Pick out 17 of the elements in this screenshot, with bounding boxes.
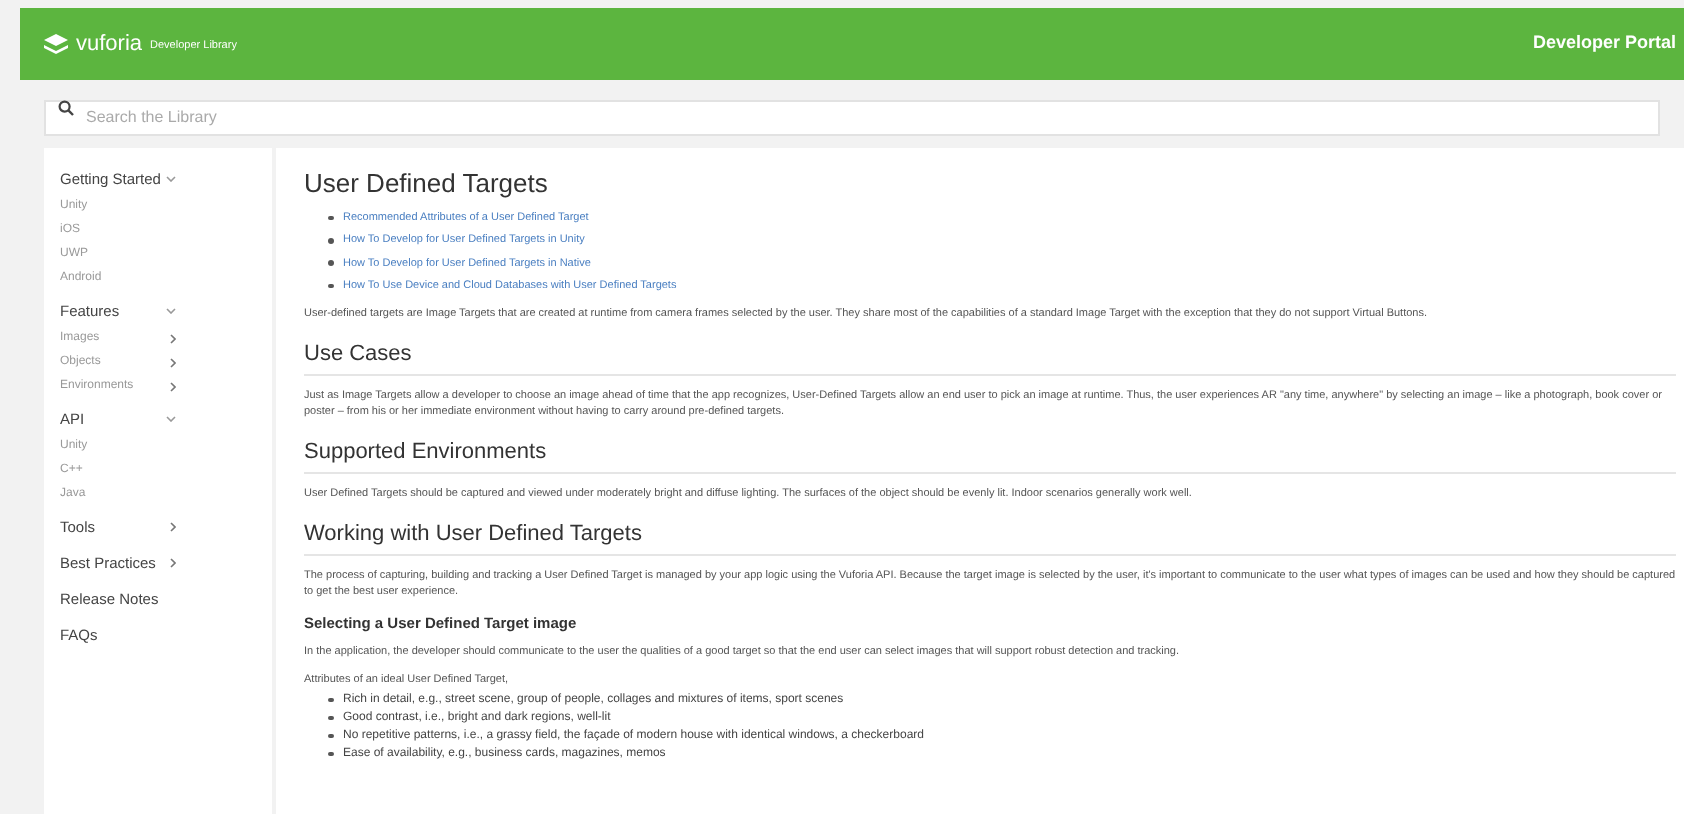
bullet-icon [328, 715, 333, 721]
section-heading: Working with User Defined Targets [304, 522, 1676, 556]
section-heading: Supported Environments [304, 440, 1676, 474]
search-icon [58, 100, 74, 116]
logo-text: vuforia [76, 29, 143, 60]
bullet-icon [328, 215, 333, 221]
article-title: User Defined Targets [304, 168, 550, 200]
bullet-icon [328, 260, 333, 266]
bullet-icon [328, 733, 333, 739]
portal-link[interactable]: Developer Portal [1532, 30, 1676, 58]
bullet-icon [328, 283, 333, 289]
search-field[interactable]: Search the Library [44, 99, 1660, 135]
logo-icon [44, 33, 68, 55]
bullet-icon [328, 751, 333, 757]
section-heading: Use Cases [304, 342, 1676, 376]
bullet-icon [328, 238, 333, 244]
bullet-icon [328, 697, 333, 703]
